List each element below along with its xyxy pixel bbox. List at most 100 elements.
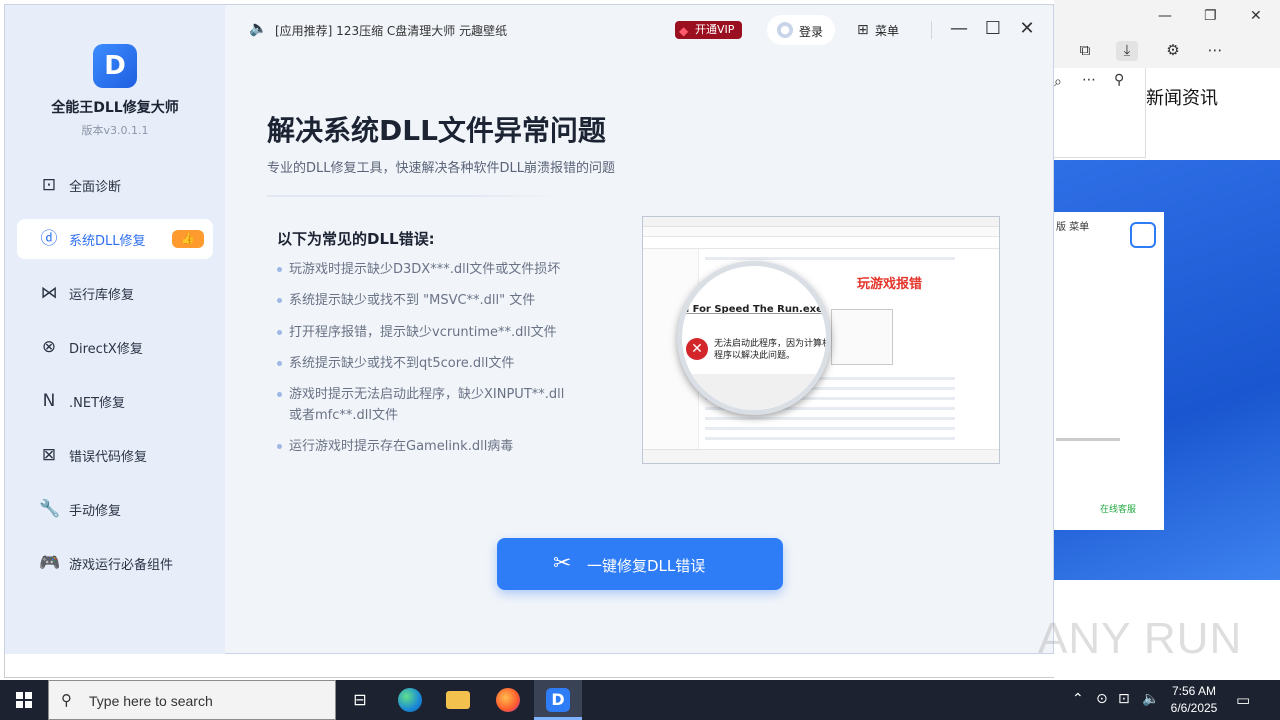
news-label[interactable]: 新闻资讯 [1146, 84, 1218, 110]
downloads-icon[interactable]: ⤓ [1116, 41, 1138, 61]
error-list-item: 玩游戏时提示缺少D3DX***.dll文件或文件损坏 [277, 259, 577, 280]
taskbar-search-box[interactable]: ⚲ Type here to search [48, 680, 336, 720]
notifications-icon[interactable]: ▭ [1236, 691, 1250, 709]
app-recommendation-notice[interactable]: [应用推荐] 123压缩 C盘清理大师 元趣壁纸 [275, 22, 507, 39]
dll-error-illustration: 玩游戏报错 d For Speed The Run.exe - 系统错误 ✕ 无… [642, 216, 1000, 464]
start-button[interactable] [0, 680, 48, 720]
close-button[interactable]: ✕ [1015, 17, 1039, 41]
error-message-line: 程序以解决此问题。 [714, 351, 796, 361]
illustration-window-titlebar [643, 217, 999, 227]
search-placeholder: Type here to search [89, 693, 213, 709]
speaker-icon: 🔈 [249, 19, 268, 37]
grid-menu-icon[interactable]: ⊞ [857, 22, 869, 38]
illustration-addressbar [643, 237, 999, 249]
minimize-button[interactable]: — [947, 17, 971, 41]
browser-toolbar: ⧉ ⤓ ⚙ ⋯ [1054, 34, 1280, 98]
panel-more-icon[interactable]: ⋯ [1082, 72, 1096, 88]
dotnet-icon: N [42, 391, 56, 411]
error-code-icon: ⊠ [41, 445, 57, 465]
app-window-bottom-edge [4, 654, 1054, 678]
dll-icon: ⓓ [40, 229, 58, 249]
browser-app-preview-card: 版 菜单 在线客服 [1054, 212, 1164, 530]
menu-button[interactable]: 菜单 [875, 22, 899, 39]
windows-logo-icon [16, 692, 32, 708]
illustration-statusbar [643, 449, 999, 463]
taskbar-firefox[interactable] [484, 680, 532, 720]
browser-side-panel: ⌕ ⋯ ⚲ [1054, 68, 1146, 158]
magnifier-lens: d For Speed The Run.exe - 系统错误 ✕ 无法启动此程序… [677, 261, 831, 415]
gamepad-icon: 🎮 [39, 553, 61, 573]
extensions-icon[interactable]: ⚙ [1162, 41, 1184, 61]
taskbar-edge[interactable] [386, 680, 434, 720]
bullet-icon [277, 444, 282, 449]
browser-restore-button[interactable]: ❐ [1204, 8, 1217, 24]
sidebar-item-dotnet-repair[interactable]: N .NET修复 [17, 381, 213, 421]
sidebar-item-system-dll-repair[interactable]: ⓓ 系统DLL修复 👍 [17, 219, 213, 259]
sidebar-item-label: 错误代码修复 [69, 450, 148, 465]
sidebar-item-manual-repair[interactable]: 🔧 手动修复 [17, 489, 213, 529]
fix-button-label: 一键修复DLL错误 [587, 557, 706, 575]
bullet-icon [277, 298, 282, 303]
error-list-item: 运行游戏时提示存在Gamelink.dll病毒 [277, 436, 577, 457]
common-errors-title: 以下为常见的DLL错误: [277, 230, 435, 248]
sidebar-item-directx-repair[interactable]: ⊗ DirectX修复 [17, 327, 213, 367]
clock-time: 7:56 AM [1171, 684, 1217, 698]
sidebar-item-full-diagnosis[interactable]: ⊡ 全面诊断 [17, 165, 213, 205]
volume-icon[interactable]: 🔈 [1142, 691, 1159, 707]
error-list-item: 打开程序报错，提示缺少vcruntime**.dll文件 [277, 322, 577, 343]
taskbar-file-explorer[interactable] [434, 680, 482, 720]
pin-icon[interactable]: ⚲ [1114, 72, 1124, 88]
bullet-icon [277, 267, 282, 272]
bullet-icon [277, 392, 282, 397]
sidebar-item-label: 全面诊断 [69, 180, 122, 195]
taskbar-clock[interactable]: 7:56 AM 6/6/2025 [1166, 683, 1222, 717]
browser-titlebar: — ❐ ✕ [1054, 0, 1280, 34]
preview-scrollbar [1056, 438, 1120, 441]
bullet-icon [277, 330, 282, 335]
browser-minimize-button[interactable]: — [1158, 8, 1172, 24]
error-dialog-footer [682, 374, 826, 410]
scan-icon[interactable] [1130, 222, 1156, 248]
tools-icon: ✂ [553, 551, 572, 576]
error-list-item: 游戏时提示无法启动此程序，缺少XINPUT**.dll或者mfc**.dll文件 [277, 384, 569, 426]
avatar-icon: ● [777, 22, 793, 38]
wrench-icon: 🔧 [39, 499, 61, 519]
diamond-icon: ◆ [679, 24, 689, 38]
topbar-divider [931, 21, 932, 39]
error-text: 游戏时提示无法启动此程序，缺少XINPUT**.dll或者mfc**.dll文件 [289, 387, 565, 423]
error-text: 打开程序报错，提示缺少vcruntime**.dll文件 [289, 325, 557, 340]
search-icon[interactable]: ⌕ [1054, 74, 1062, 90]
background-browser-window: — ❐ ✕ ⧉ ⤓ ⚙ ⋯ ⌕ ⋯ ⚲ 新闻资讯 版 菜单 在线客服 [1054, 0, 1280, 680]
directx-icon: ⊗ [41, 337, 57, 357]
sidebar-item-error-code-repair[interactable]: ⊠ 错误代码修复 [17, 435, 213, 475]
collections-icon[interactable]: ⧉ [1074, 41, 1096, 61]
sidebar-item-runtime-repair[interactable]: ⋈ 运行库修复 [17, 273, 213, 313]
browser-close-button[interactable]: ✕ [1250, 8, 1262, 24]
vip-button[interactable]: ◆ 开通VIP [675, 21, 743, 39]
windows-taskbar: ⚲ Type here to search ⊟ D ⌃ ⊙ ⊡ 🔈 7:56 A… [0, 680, 1280, 720]
taskbar-dll-repair-app[interactable]: D [534, 680, 582, 720]
sidebar-item-label: 系统DLL修复 [69, 234, 146, 249]
task-view-button[interactable]: ⊟ [336, 680, 384, 720]
edge-icon [398, 688, 422, 712]
maximize-button[interactable]: ☐ [981, 17, 1005, 41]
sidebar-item-label: 手动修复 [69, 504, 122, 519]
network-icon[interactable]: ⊡ [1118, 691, 1130, 707]
more-options-icon[interactable]: ⋯ [1204, 41, 1226, 61]
sidebar-item-label: 运行库修复 [69, 288, 135, 303]
sidebar-item-label: 游戏运行必备组件 [69, 558, 174, 573]
login-button[interactable]: ● 登录 [767, 15, 835, 45]
error-list-item: 系统提示缺少或找不到 "MSVC**.dll" 文件 [277, 290, 577, 311]
folder-icon [446, 691, 470, 709]
sidebar-item-label: DirectX修复 [69, 342, 143, 357]
illustration-file-row [705, 427, 955, 430]
sidebar-item-game-components[interactable]: 🎮 游戏运行必备组件 [17, 543, 213, 583]
task-view-icon: ⊟ [353, 690, 367, 709]
illustration-error-dialog [831, 309, 893, 365]
one-click-fix-button[interactable]: ✂ 一键修复DLL错误 [497, 538, 783, 590]
tray-meet-icon[interactable]: ⊙ [1096, 691, 1108, 707]
sidebar: D 全能王DLL修复大师 版本v3.0.1.1 ⊡ 全面诊断 ⓓ 系统DLL修复… [5, 5, 225, 655]
error-x-icon: ✕ [686, 338, 708, 360]
runtime-icon: ⋈ [40, 283, 58, 303]
tray-chevron-icon[interactable]: ⌃ [1072, 691, 1084, 707]
